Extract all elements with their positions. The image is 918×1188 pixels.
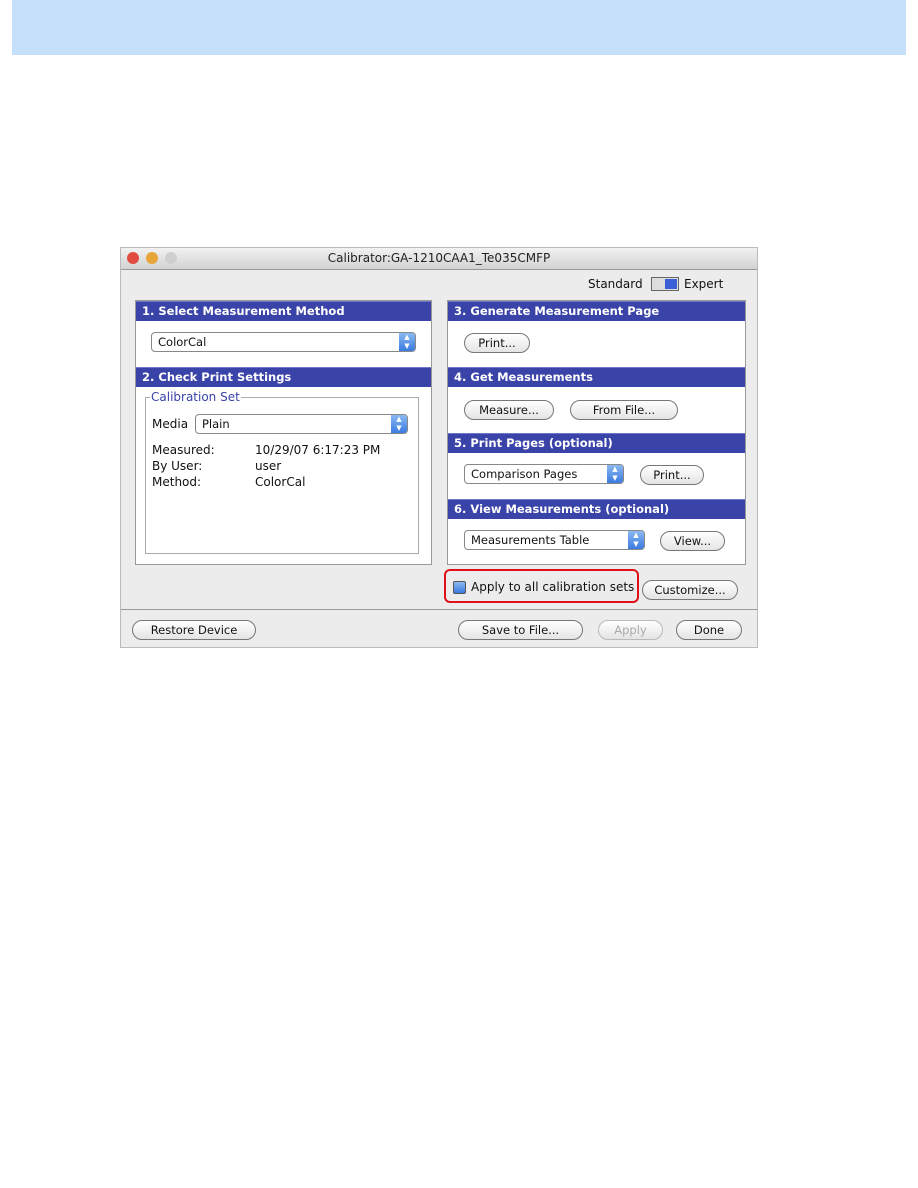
panel-3-header: 3. Generate Measurement Page [448, 301, 745, 321]
user-label: By User: [152, 459, 203, 473]
select-arrows-icon: ▲ ▼ [399, 333, 415, 351]
minimize-icon[interactable] [146, 252, 158, 264]
view-button[interactable]: View... [660, 531, 725, 551]
method-value: ColorCal [255, 475, 306, 489]
mode-standard-label: Standard [588, 277, 643, 291]
mode-expert-label: Expert [684, 277, 724, 291]
customize-button[interactable]: Customize... [642, 580, 738, 600]
measured-value: 10/29/07 6:17:23 PM [255, 443, 381, 457]
header-band [12, 0, 906, 55]
panel-4-header: 4. Get Measurements [448, 367, 745, 387]
calibrator-window: Calibrator:GA-1210CAA1_Te035CMFP Standar… [120, 247, 758, 648]
divider [121, 609, 757, 610]
apply-all-checkbox[interactable] [453, 581, 466, 594]
view-type-value: Measurements Table [471, 533, 590, 547]
media-select[interactable]: Plain ▲ ▼ [195, 414, 408, 434]
measure-button[interactable]: Measure... [464, 400, 554, 420]
panel-2-header: 2. Check Print Settings [136, 367, 431, 387]
panel-5-header: 5. Print Pages (optional) [448, 433, 745, 453]
apply-all-label: Apply to all calibration sets [471, 580, 635, 594]
print-pages-select[interactable]: Comparison Pages ▲ ▼ [464, 464, 624, 484]
calibration-set-label: Calibration Set [150, 390, 241, 404]
method-label: Method: [152, 475, 202, 489]
done-button[interactable]: Done [676, 620, 742, 640]
restore-device-button[interactable]: Restore Device [132, 620, 256, 640]
zoom-icon[interactable] [165, 252, 177, 264]
panel-6-header: 6. View Measurements (optional) [448, 499, 745, 519]
pages-value: Comparison Pages [471, 467, 578, 481]
view-type-select[interactable]: Measurements Table ▲ ▼ [464, 530, 645, 550]
media-label: Media [152, 417, 189, 431]
save-to-file-button[interactable]: Save to File... [458, 620, 583, 640]
method-value: ColorCal [158, 335, 207, 349]
select-arrows-icon: ▲ ▼ [607, 465, 623, 483]
apply-button[interactable]: Apply [598, 620, 663, 640]
measured-label: Measured: [152, 443, 215, 457]
print-pages-button[interactable]: Print... [640, 465, 704, 485]
mode-toggle[interactable] [651, 277, 679, 291]
user-value: user [255, 459, 282, 473]
from-file-button[interactable]: From File... [570, 400, 678, 420]
close-icon[interactable] [127, 252, 139, 264]
select-arrows-icon: ▲ ▼ [391, 415, 407, 433]
select-arrows-icon: ▲ ▼ [628, 531, 644, 549]
window-title: Calibrator:GA-1210CAA1_Te035CMFP [327, 251, 551, 265]
panel-1-header: 1. Select Measurement Method [136, 301, 431, 321]
measurement-method-select[interactable]: ColorCal ▲ ▼ [151, 332, 416, 352]
media-value: Plain [202, 417, 230, 431]
title-bar: Calibrator:GA-1210CAA1_Te035CMFP [121, 248, 757, 270]
print-measurement-page-button[interactable]: Print... [464, 333, 530, 353]
